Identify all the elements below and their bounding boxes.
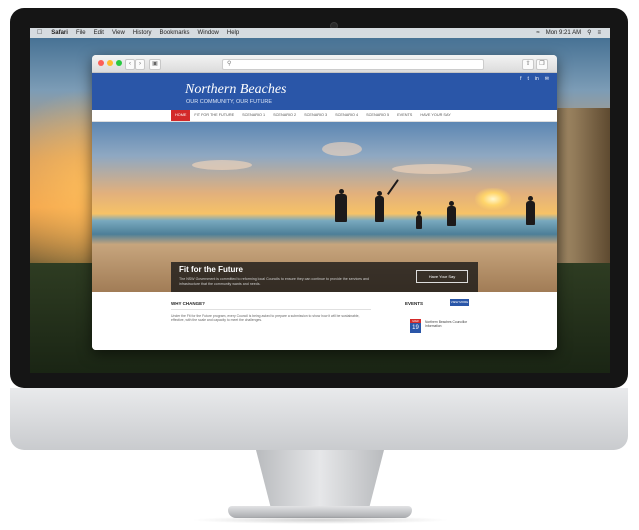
desktop:  Safari File Edit View History Bookmark… [30,28,610,373]
browser-toolbar: ‹ › ▣ ⚲ ⇧ ❐ [92,55,557,73]
wifi-icon[interactable]: ≈ [533,28,542,38]
divider [171,309,371,310]
spotlight-icon[interactable]: ⚲ [584,28,594,38]
hero-person [447,206,456,226]
nav-fit-for-the-future[interactable]: FIT FOR THE FUTURE [190,110,238,121]
menu-app-name[interactable]: Safari [47,28,72,38]
imac-stand [256,450,384,510]
site-tagline: OUR COMMUNITY, OUR FUTURE [186,99,273,105]
site-nav: HOME FIT FOR THE FUTURE SCENARIO 1 SCENA… [92,110,557,122]
back-button[interactable]: ‹ [125,59,135,70]
site-header: f t in ✉ Northern Beaches OUR COMMUNITY,… [92,73,557,110]
menu-bar:  Safari File Edit View History Bookmark… [30,28,610,38]
hero-title: Fit for the Future [179,265,243,274]
email-icon[interactable]: ✉ [545,76,549,82]
nav-events[interactable]: EVENTS [393,110,416,121]
site-title[interactable]: Northern Beaches [185,82,286,98]
hero-cloud [392,164,472,174]
sidebar-icon[interactable]: ▣ [149,59,161,70]
event-title[interactable]: Northern Beaches Councillor Information [425,320,475,328]
have-your-say-button[interactable]: Have Your Say [416,270,468,283]
main-content: WHY CHANGE? Under the Fit for the Future… [92,292,557,350]
hero-person [526,201,535,225]
menubar-clock[interactable]: Mon 9:21 AM [543,28,584,38]
menu-edit[interactable]: Edit [90,28,108,38]
why-change-heading: WHY CHANGE? [171,301,205,306]
nav-scenario-4[interactable]: SCENARIO 4 [331,110,362,121]
menu-view[interactable]: View [108,28,129,38]
floor-shadow [190,516,450,524]
menu-bookmarks[interactable]: Bookmarks [156,28,194,38]
tabs-icon[interactable]: ❐ [536,59,548,70]
why-change-text: Under the Fit for the Future program, ev… [171,314,360,323]
nav-have-your-say[interactable]: HAVE YOUR SAY [416,110,454,121]
forward-button[interactable]: › [135,59,145,70]
share-icon[interactable]: ⇧ [522,59,534,70]
imac-chin [10,388,628,450]
address-bar[interactable]: ⚲ [222,59,484,70]
hero-cricket-bat [387,179,399,195]
minimize-window-button[interactable] [107,60,113,66]
hero-person [335,194,347,222]
hero-person [416,215,422,229]
window-controls [98,60,122,66]
event-date-badge[interactable]: MAR 19 [410,319,421,333]
events-heading: EVENTS [405,301,424,306]
event-day: 19 [412,325,419,331]
close-window-button[interactable] [98,60,104,66]
hero-person [375,196,384,222]
menu-history[interactable]: History [129,28,156,38]
view-all-events-button[interactable]: VIEW MORE [450,299,469,306]
nav-scenario-5[interactable]: SCENARIO 5 [362,110,393,121]
zoom-window-button[interactable] [116,60,122,66]
nav-home[interactable]: HOME [171,110,191,121]
nav-scenario-2[interactable]: SCENARIO 2 [269,110,300,121]
twitter-icon[interactable]: t [528,76,529,82]
hero-banner: Fit for the Future The NSW Government is… [92,122,557,292]
nav-scenario-3[interactable]: SCENARIO 3 [300,110,331,121]
hero-cloud [192,160,252,170]
apple-icon[interactable]:  [30,28,47,38]
social-links: f t in ✉ [520,76,549,82]
hero-cloud [322,142,362,156]
nav-scenario-1[interactable]: SCENARIO 1 [238,110,269,121]
hero-sun [475,188,511,210]
search-icon: ⚲ [227,61,232,67]
menu-help[interactable]: Help [223,28,243,38]
linkedin-icon[interactable]: in [535,76,539,82]
browser-window: ‹ › ▣ ⚲ ⇧ ❐ f t in ✉ Northern Beaches OU… [92,55,557,350]
facebook-icon[interactable]: f [520,76,521,82]
hero-caption: Fit for the Future The NSW Government is… [171,262,478,292]
menu-file[interactable]: File [72,28,90,38]
notification-center-icon[interactable]: ≡ [594,28,604,38]
menu-window[interactable]: Window [194,28,223,38]
hero-text: The NSW Government is committed to refor… [179,277,369,286]
